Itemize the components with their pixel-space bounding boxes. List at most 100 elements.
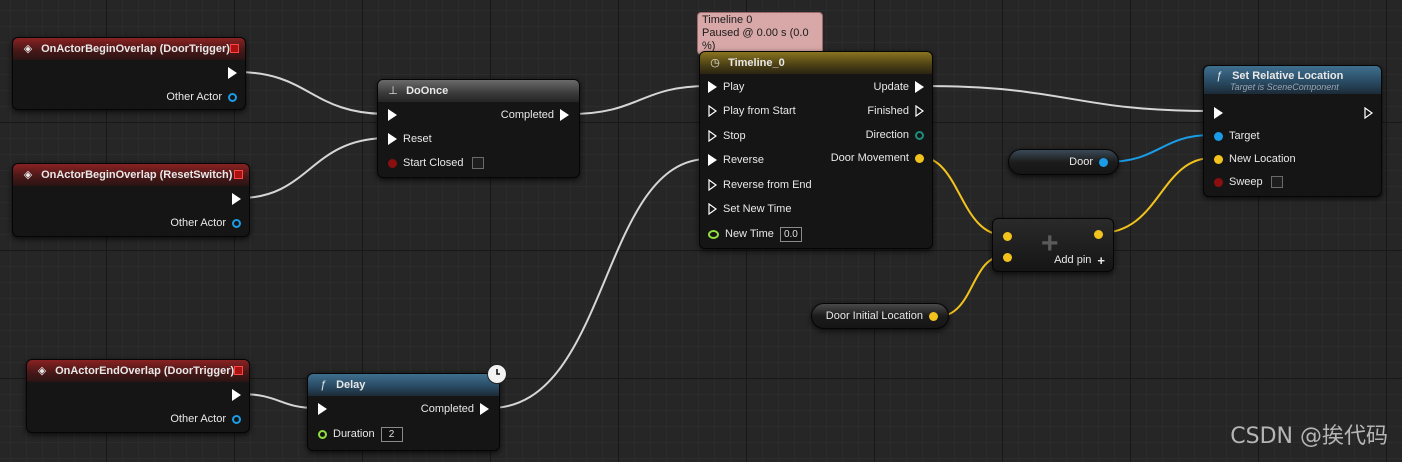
finished-exec-pin[interactable] (915, 105, 924, 117)
set-relative-location-node[interactable]: ƒ Set Relative Location Target is SceneC… (1203, 65, 1382, 197)
exec-input-row (1214, 105, 1223, 121)
duration-row: Duration 2 (318, 426, 403, 442)
doonce-title: DoOnce (406, 85, 449, 97)
delay-node[interactable]: ƒ Delay Completed Duration 2 (307, 373, 500, 451)
timeline-output-update: Update (874, 79, 924, 95)
direction-pin[interactable] (915, 130, 924, 140)
delay-title: Delay (336, 379, 366, 391)
add-pin-row[interactable]: Add pin + (1054, 252, 1105, 268)
add-input-a-pin[interactable] (1003, 231, 1012, 241)
completed-exec-pin[interactable] (480, 403, 489, 415)
macro-icon: ⊥ (388, 85, 398, 97)
event-node-begin-overlap-door[interactable]: ◈ OnActorBeginOverlap (DoorTrigger) Othe… (12, 37, 246, 110)
diamond-icon: ◈ (37, 365, 47, 377)
set-relative-location-subtitle: Target is SceneComponent (1230, 82, 1339, 92)
duration-pin[interactable] (318, 429, 327, 439)
doonce-header: ⊥ DoOnce (378, 80, 579, 102)
input-label: Play from Start (723, 105, 796, 117)
completed-exec-pin[interactable] (560, 109, 569, 121)
wire-vector-add-to-newloc (1099, 157, 1213, 234)
target-row: Target (1214, 128, 1260, 144)
delegate-pin-icon[interactable] (234, 170, 243, 179)
exec-in-pin[interactable] (1214, 107, 1223, 119)
exec-in-pin[interactable] (318, 403, 327, 415)
clock-icon: ◷ (710, 57, 720, 69)
delay-header: ƒ Delay (308, 374, 499, 396)
output-label: Update (873, 81, 909, 93)
delegate-pin-icon[interactable] (234, 366, 243, 375)
delegate-pin-icon[interactable] (230, 44, 239, 53)
doonce-node[interactable]: ⊥ DoOnce Completed Reset Start Closed (377, 79, 580, 178)
exec-out-pin[interactable] (232, 193, 241, 205)
event-node-begin-overlap-reset[interactable]: ◈ OnActorBeginOverlap (ResetSwitch) Othe… (12, 163, 250, 237)
timeline-input-reverse-from-end: Reverse from End (708, 177, 812, 193)
output-label: Door Movement (830, 152, 909, 164)
other-actor-pin[interactable] (232, 414, 241, 424)
exec-out-pin[interactable] (1364, 107, 1373, 119)
add-input-b-row (1003, 249, 1012, 265)
event-node-title: OnActorBeginOverlap (DoorTrigger) (41, 43, 230, 55)
timeline-output-finished: Finished (867, 103, 924, 119)
timeline-node[interactable]: ◷ Timeline_0 Play Play from Start Stop R… (699, 51, 933, 249)
input-label: Reverse from End (723, 179, 812, 191)
new-time-pin[interactable] (708, 229, 719, 239)
completed-label: Completed (500, 109, 554, 121)
exec-in-pin[interactable] (708, 179, 717, 191)
exec-input-row (318, 401, 327, 417)
door-initial-location-pin[interactable] (929, 311, 938, 321)
output-label: Direction (865, 129, 909, 141)
timeline-title: Timeline_0 (728, 57, 785, 69)
start-closed-checkbox[interactable] (471, 157, 484, 169)
timeline-input-new-time: New Time 0.0 (708, 226, 802, 242)
start-closed-label: Start Closed (403, 157, 464, 169)
new-location-label: New Location (1229, 153, 1296, 165)
timeline-input-stop: Stop (708, 128, 746, 144)
exec-in-pin[interactable] (708, 203, 717, 215)
reset-exec-pin[interactable] (388, 133, 397, 145)
add-pin-label[interactable]: Add pin (1054, 254, 1091, 266)
timeline-input-reverse: Reverse (708, 152, 764, 168)
completed-row: Completed (501, 107, 569, 123)
exec-in-pin[interactable] (708, 130, 717, 142)
exec-in-pin[interactable] (388, 109, 397, 121)
other-actor-label: Other Actor (166, 91, 222, 103)
watermark-text: CSDN @挨代码 (1230, 424, 1388, 449)
door-variable-label: Door (1069, 156, 1093, 168)
add-input-a-row (1003, 228, 1012, 244)
sweep-checkbox[interactable] (1270, 176, 1283, 188)
other-actor-label: Other Actor (170, 217, 226, 229)
update-exec-pin[interactable] (915, 81, 924, 93)
set-relative-location-title: Set Relative Location (1232, 70, 1344, 82)
start-closed-pin[interactable] (388, 158, 397, 168)
other-actor-pin[interactable] (232, 218, 241, 228)
exec-output-row (228, 65, 237, 81)
wire-object-door-to-target (1105, 134, 1213, 163)
event-node-header: ◈ OnActorBeginOverlap (ResetSwitch) (13, 164, 249, 186)
plus-icon[interactable]: + (1097, 253, 1105, 268)
other-actor-row: Other Actor (166, 89, 237, 105)
exec-in-pin[interactable] (708, 81, 717, 93)
new-time-value-field[interactable]: 0.0 (779, 226, 802, 242)
duration-value-field[interactable]: 2 (380, 426, 403, 442)
add-output-pin[interactable] (1094, 229, 1103, 239)
door-initial-location-variable-node[interactable]: Door Initial Location (811, 303, 949, 329)
wire-exec-doonce-to-play (569, 85, 709, 115)
start-closed-row: Start Closed (388, 155, 484, 171)
new-location-pin[interactable] (1214, 154, 1223, 164)
exec-in-pin[interactable] (708, 154, 717, 166)
exec-out-pin[interactable] (228, 67, 237, 79)
target-pin[interactable] (1214, 131, 1223, 141)
exec-out-pin[interactable] (232, 389, 241, 401)
event-node-end-overlap-door[interactable]: ◈ OnActorEndOverlap (DoorTrigger) Other … (26, 359, 250, 433)
door-variable-node[interactable]: Door (1008, 149, 1119, 175)
exec-in-pin[interactable] (708, 105, 717, 117)
add-input-b-pin[interactable] (1003, 252, 1012, 262)
vector-add-node[interactable]: + Add pin + (992, 218, 1114, 272)
door-object-pin[interactable] (1099, 157, 1108, 167)
diamond-icon: ◈ (23, 169, 33, 181)
other-actor-label: Other Actor (170, 413, 226, 425)
sweep-pin[interactable] (1214, 177, 1223, 187)
door-movement-pin[interactable] (915, 153, 924, 163)
other-actor-pin[interactable] (228, 92, 237, 102)
wire-exec-endoverlap-to-delay (239, 393, 317, 409)
